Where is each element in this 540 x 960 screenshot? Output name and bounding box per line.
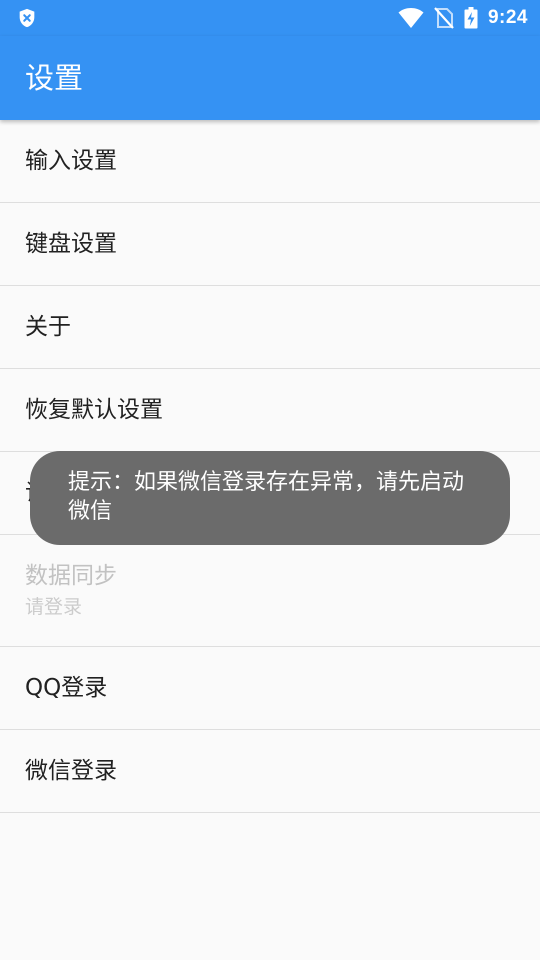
settings-item-about[interactable]: 关于 xyxy=(0,286,540,369)
shield-x-icon xyxy=(19,8,35,28)
status-time: 9:24 xyxy=(487,7,528,28)
settings-item-label: 恢复默认设置 xyxy=(25,397,163,423)
no-sim-icon xyxy=(434,7,454,29)
settings-item-input[interactable]: 输入设置 xyxy=(0,120,540,203)
settings-item-label: 关于 xyxy=(25,314,71,340)
settings-item-keyboard[interactable]: 键盘设置 xyxy=(0,203,540,286)
settings-item-label: QQ登录 xyxy=(25,675,108,701)
settings-item-wechat-login[interactable]: 微信登录 xyxy=(0,730,540,813)
toast-text: 提示：如果微信登录存在异常，请先启动微信 xyxy=(68,470,465,524)
status-bar: 9:24 xyxy=(0,0,540,36)
settings-item-restore-defaults[interactable]: 恢复默认设置 xyxy=(0,369,540,452)
toast-message: 提示：如果微信登录存在异常，请先启动微信 xyxy=(30,451,510,545)
app-bar: 设置 xyxy=(0,36,540,120)
wifi-icon xyxy=(398,8,424,28)
settings-item-label: 输入设置 xyxy=(25,148,117,174)
status-icons: 9:24 xyxy=(398,0,528,36)
settings-item-qq-login[interactable]: QQ登录 xyxy=(0,647,540,730)
settings-item-label: 数据同步 xyxy=(25,563,117,589)
battery-charging-icon xyxy=(464,7,478,29)
settings-item-label: 键盘设置 xyxy=(25,231,117,257)
settings-item-data-sync: 数据同步 请登录 xyxy=(0,535,540,647)
settings-item-label: 微信登录 xyxy=(25,758,117,784)
page-title: 设置 xyxy=(25,61,84,95)
settings-item-summary: 请登录 xyxy=(25,596,83,618)
